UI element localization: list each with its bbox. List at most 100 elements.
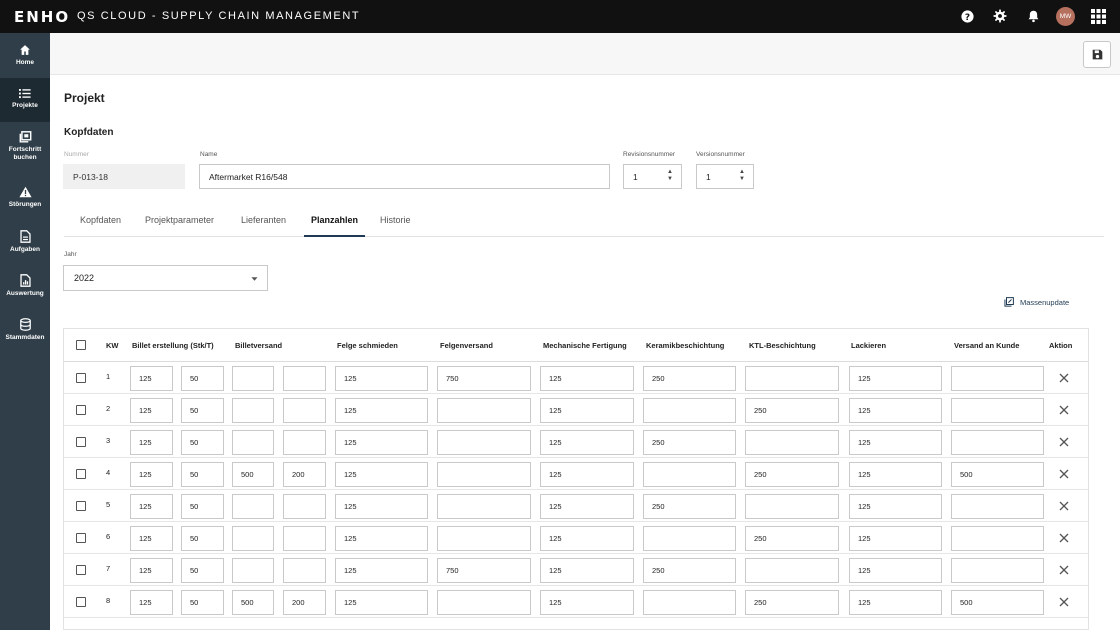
row-cell-input[interactable] bbox=[745, 366, 839, 391]
row-cell-input[interactable] bbox=[951, 366, 1044, 391]
row-cell-input[interactable]: 125 bbox=[540, 558, 634, 583]
row-cell-input[interactable]: 50 bbox=[181, 558, 224, 583]
row-cell-input[interactable]: 125 bbox=[335, 430, 428, 455]
row-cell-input[interactable]: 250 bbox=[643, 430, 736, 455]
row-cell-input[interactable]: 500 bbox=[951, 462, 1044, 487]
row-cell-input[interactable]: 50 bbox=[181, 590, 224, 615]
row-cell-input[interactable]: 125 bbox=[849, 526, 942, 551]
row-cell-input[interactable]: 125 bbox=[540, 590, 634, 615]
row-cell-input[interactable]: 125 bbox=[849, 462, 942, 487]
row-cell-input[interactable] bbox=[437, 494, 531, 519]
row-cell-input[interactable]: 125 bbox=[540, 430, 634, 455]
row-cell-input[interactable]: 500 bbox=[232, 462, 274, 487]
delete-row-icon[interactable] bbox=[1058, 468, 1070, 480]
row-cell-input[interactable]: 125 bbox=[335, 366, 428, 391]
apps-grid-icon[interactable] bbox=[1088, 5, 1108, 27]
delete-row-icon[interactable] bbox=[1058, 500, 1070, 512]
row-cell-input[interactable]: 750 bbox=[437, 558, 531, 583]
row-cell-input[interactable] bbox=[643, 398, 736, 423]
delete-row-icon[interactable] bbox=[1058, 372, 1070, 384]
row-checkbox[interactable] bbox=[76, 565, 86, 575]
row-cell-input[interactable]: 50 bbox=[181, 398, 224, 423]
sidebar-item-stammdaten[interactable]: Stammdaten bbox=[0, 314, 50, 354]
row-cell-input[interactable] bbox=[232, 398, 274, 423]
row-checkbox[interactable] bbox=[76, 469, 86, 479]
row-cell-input[interactable]: 250 bbox=[745, 526, 839, 551]
sidebar-item-projekte[interactable]: Projekte bbox=[0, 78, 50, 122]
row-cell-input[interactable]: 125 bbox=[335, 558, 428, 583]
tab-planzahlen[interactable]: Planzahlen bbox=[304, 215, 366, 237]
delete-row-icon[interactable] bbox=[1058, 564, 1070, 576]
row-checkbox[interactable] bbox=[76, 597, 86, 607]
row-cell-input[interactable]: 125 bbox=[130, 366, 173, 391]
row-cell-input[interactable]: 125 bbox=[540, 462, 634, 487]
row-cell-input[interactable] bbox=[232, 366, 274, 391]
sidebar-item-auswertung[interactable]: Auswertung bbox=[0, 270, 50, 310]
row-cell-input[interactable]: 125 bbox=[849, 430, 942, 455]
row-cell-input[interactable]: 750 bbox=[437, 366, 531, 391]
delete-row-icon[interactable] bbox=[1058, 436, 1070, 448]
row-cell-input[interactable]: 125 bbox=[849, 398, 942, 423]
row-cell-input[interactable] bbox=[283, 398, 326, 423]
row-cell-input[interactable]: 125 bbox=[849, 590, 942, 615]
row-cell-input[interactable] bbox=[283, 430, 326, 455]
app-logo[interactable]: ENHO bbox=[14, 8, 70, 26]
row-cell-input[interactable] bbox=[951, 430, 1044, 455]
row-cell-input[interactable]: 250 bbox=[643, 558, 736, 583]
row-cell-input[interactable] bbox=[643, 590, 736, 615]
row-cell-input[interactable]: 125 bbox=[540, 366, 634, 391]
name-field[interactable]: Aftermarket R16/548 bbox=[199, 164, 610, 189]
row-cell-input[interactable]: 200 bbox=[283, 462, 326, 487]
row-cell-input[interactable]: 125 bbox=[849, 366, 942, 391]
row-cell-input[interactable] bbox=[745, 558, 839, 583]
row-cell-input[interactable]: 200 bbox=[283, 590, 326, 615]
row-cell-input[interactable] bbox=[283, 526, 326, 551]
row-cell-input[interactable] bbox=[283, 494, 326, 519]
row-cell-input[interactable]: 125 bbox=[335, 398, 428, 423]
row-checkbox[interactable] bbox=[76, 405, 86, 415]
user-avatar[interactable]: MW bbox=[1056, 6, 1075, 26]
row-cell-input[interactable]: 250 bbox=[643, 366, 736, 391]
row-cell-input[interactable]: 250 bbox=[643, 494, 736, 519]
chevron-down-icon[interactable]: ▼ bbox=[667, 176, 673, 183]
row-cell-input[interactable]: 250 bbox=[745, 590, 839, 615]
row-cell-input[interactable]: 250 bbox=[745, 462, 839, 487]
row-cell-input[interactable] bbox=[232, 526, 274, 551]
sidebar-item-fortschritt-buchen[interactable]: Fortschritt buchen bbox=[0, 125, 50, 169]
row-cell-input[interactable] bbox=[951, 558, 1044, 583]
row-cell-input[interactable]: 125 bbox=[540, 494, 634, 519]
row-cell-input[interactable] bbox=[232, 494, 274, 519]
row-cell-input[interactable] bbox=[283, 366, 326, 391]
row-cell-input[interactable]: 125 bbox=[130, 526, 173, 551]
row-cell-input[interactable] bbox=[643, 526, 736, 551]
row-cell-input[interactable]: 500 bbox=[951, 590, 1044, 615]
row-cell-input[interactable]: 50 bbox=[181, 366, 224, 391]
row-cell-input[interactable]: 125 bbox=[335, 462, 428, 487]
version-stepper[interactable]: 1 ▲ ▼ bbox=[696, 164, 754, 189]
row-cell-input[interactable] bbox=[437, 590, 531, 615]
row-cell-input[interactable] bbox=[232, 558, 274, 583]
row-cell-input[interactable] bbox=[745, 430, 839, 455]
year-select[interactable]: 2022 bbox=[63, 265, 268, 291]
row-cell-input[interactable] bbox=[437, 398, 531, 423]
delete-row-icon[interactable] bbox=[1058, 596, 1070, 608]
help-icon[interactable]: ? bbox=[957, 5, 977, 27]
row-cell-input[interactable] bbox=[232, 430, 274, 455]
row-cell-input[interactable] bbox=[283, 558, 326, 583]
delete-row-icon[interactable] bbox=[1058, 532, 1070, 544]
row-cell-input[interactable]: 125 bbox=[130, 590, 173, 615]
revision-spin[interactable]: ▲ ▼ bbox=[667, 169, 673, 183]
row-cell-input[interactable] bbox=[951, 494, 1044, 519]
tab-projektparameter[interactable]: Projektparameter bbox=[145, 215, 214, 237]
row-cell-input[interactable] bbox=[745, 494, 839, 519]
row-cell-input[interactable]: 125 bbox=[335, 526, 428, 551]
row-cell-input[interactable]: 125 bbox=[335, 494, 428, 519]
row-cell-input[interactable]: 125 bbox=[130, 430, 173, 455]
row-cell-input[interactable]: 125 bbox=[335, 590, 428, 615]
row-cell-input[interactable] bbox=[437, 430, 531, 455]
chevron-up-icon[interactable]: ▲ bbox=[667, 169, 673, 176]
row-cell-input[interactable]: 125 bbox=[849, 558, 942, 583]
row-cell-input[interactable]: 250 bbox=[745, 398, 839, 423]
row-cell-input[interactable]: 125 bbox=[130, 558, 173, 583]
row-cell-input[interactable] bbox=[951, 526, 1044, 551]
